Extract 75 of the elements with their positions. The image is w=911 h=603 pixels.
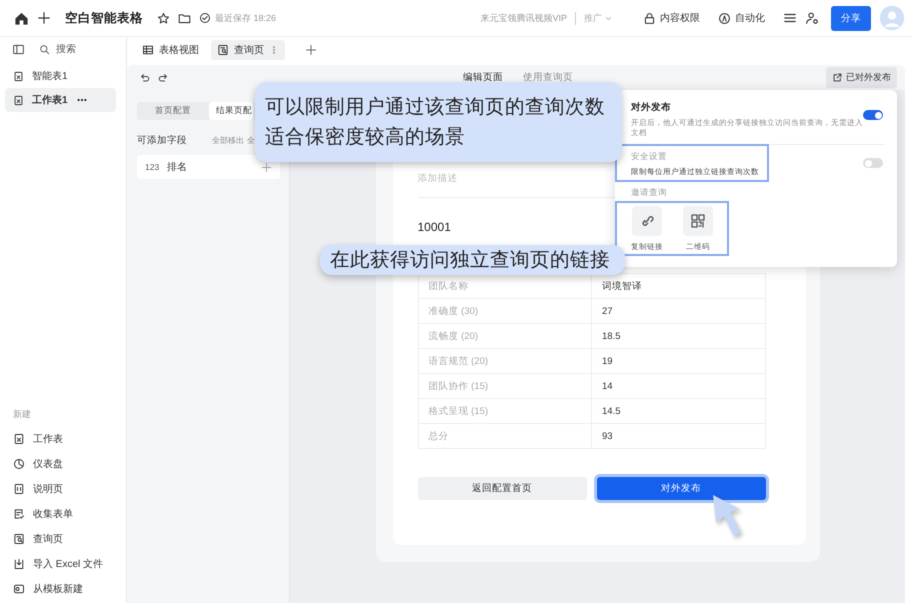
popover-title: 对外发布 bbox=[631, 101, 672, 114]
add-tab-icon[interactable] bbox=[305, 44, 317, 56]
field-label: 流畅度 (20) bbox=[418, 324, 592, 348]
toggle-switch[interactable] bbox=[863, 158, 883, 168]
section-label: 可添加字段 bbox=[137, 134, 187, 147]
publish-button[interactable]: 对外发布 bbox=[596, 477, 766, 500]
redo-icon[interactable] bbox=[157, 72, 169, 84]
form-icon bbox=[13, 508, 25, 520]
back-button[interactable]: 返回配置首页 bbox=[418, 477, 586, 500]
panel-toggle-icon[interactable] bbox=[12, 43, 25, 56]
field-label: 总分 bbox=[418, 424, 592, 448]
new-item[interactable]: 查询页 bbox=[5, 526, 121, 551]
import-icon bbox=[13, 558, 25, 570]
query-value: 10001 bbox=[418, 220, 451, 234]
folder-icon[interactable] bbox=[178, 12, 191, 24]
pie-chart-icon bbox=[13, 458, 25, 470]
field-value: 18.5 bbox=[592, 324, 765, 348]
published-button[interactable]: 已对外发布 bbox=[826, 67, 897, 88]
new-item[interactable]: 收集表单 bbox=[5, 501, 121, 526]
star-icon[interactable] bbox=[157, 12, 170, 24]
mode-tab[interactable]: 编辑页面 bbox=[461, 69, 505, 86]
setting-title: 安全设置 bbox=[631, 151, 668, 163]
table-icon bbox=[142, 44, 154, 56]
field-value: 14.5 bbox=[592, 398, 765, 424]
view-tab[interactable]: 表格视图 bbox=[136, 40, 205, 60]
section-label: 邀请查询 bbox=[630, 186, 668, 199]
section-label: 新建 bbox=[12, 408, 32, 421]
new-item[interactable]: 从模板新建 bbox=[5, 576, 121, 601]
sidebar-item[interactable]: 智能表1 bbox=[5, 64, 116, 88]
sidebar-item[interactable]: 工作表1 bbox=[5, 88, 116, 112]
sheet-icon bbox=[13, 432, 25, 444]
document-title: 空白智能表格 bbox=[65, 10, 143, 26]
field-label: 准确度 (30) bbox=[418, 298, 592, 324]
qr-code-icon bbox=[690, 213, 706, 229]
field-label: 团队协作 (15) bbox=[418, 374, 592, 398]
field-value: 14 bbox=[592, 374, 765, 398]
share-button[interactable]: 分享 bbox=[831, 6, 871, 30]
undo-icon[interactable] bbox=[139, 72, 151, 84]
view-tab[interactable]: 查询页 bbox=[211, 40, 285, 60]
external-link-icon bbox=[832, 72, 843, 83]
callout-text: 适合保密度较高的场景 bbox=[265, 125, 466, 150]
field-value: 27 bbox=[592, 298, 765, 324]
search-field[interactable]: 搜索 bbox=[56, 44, 116, 55]
check-circle-icon bbox=[199, 12, 211, 24]
callout-text: 在此获得访问独立查询页的链接 bbox=[330, 248, 611, 273]
query-page-icon bbox=[217, 44, 229, 56]
toggle-switch[interactable] bbox=[863, 110, 883, 120]
sheet-icon bbox=[13, 70, 24, 82]
automation-button[interactable]: 自动化 bbox=[718, 11, 765, 25]
new-item[interactable]: 工作表 bbox=[5, 426, 121, 451]
new-item[interactable]: 仪表盘 bbox=[5, 451, 121, 476]
automation-icon bbox=[718, 12, 731, 24]
document-icon bbox=[13, 482, 25, 494]
field-value: 93 bbox=[592, 424, 765, 448]
user-settings-icon[interactable] bbox=[805, 11, 819, 25]
sheet-icon bbox=[13, 94, 24, 106]
field-value: 19 bbox=[592, 348, 765, 374]
field-label: 格式呈现 (15) bbox=[418, 398, 592, 424]
menu-icon[interactable] bbox=[783, 11, 797, 25]
config-tab[interactable]: 首页配置 bbox=[137, 102, 209, 120]
new-item[interactable]: 说明页 bbox=[5, 476, 121, 501]
callout-text: 可以限制用户通过该查询页的查询次数 bbox=[265, 95, 606, 120]
field-label: 语言规范 (20) bbox=[418, 348, 592, 374]
lock-icon bbox=[643, 12, 656, 24]
home-icon[interactable] bbox=[14, 10, 29, 26]
add-field-icon[interactable] bbox=[261, 162, 272, 172]
save-status: 最近保存 18:26 bbox=[215, 12, 276, 24]
config-tab[interactable]: 结果页配 bbox=[209, 102, 253, 120]
permissions-button[interactable]: 内容权限 bbox=[643, 11, 700, 25]
field-item[interactable]: 123 排名 bbox=[137, 155, 280, 179]
template-icon bbox=[13, 582, 25, 594]
plus-icon[interactable] bbox=[37, 11, 51, 25]
query-page-icon bbox=[13, 532, 25, 544]
search-icon bbox=[39, 44, 50, 55]
new-item[interactable]: 导入 Excel 文件 bbox=[5, 551, 121, 576]
